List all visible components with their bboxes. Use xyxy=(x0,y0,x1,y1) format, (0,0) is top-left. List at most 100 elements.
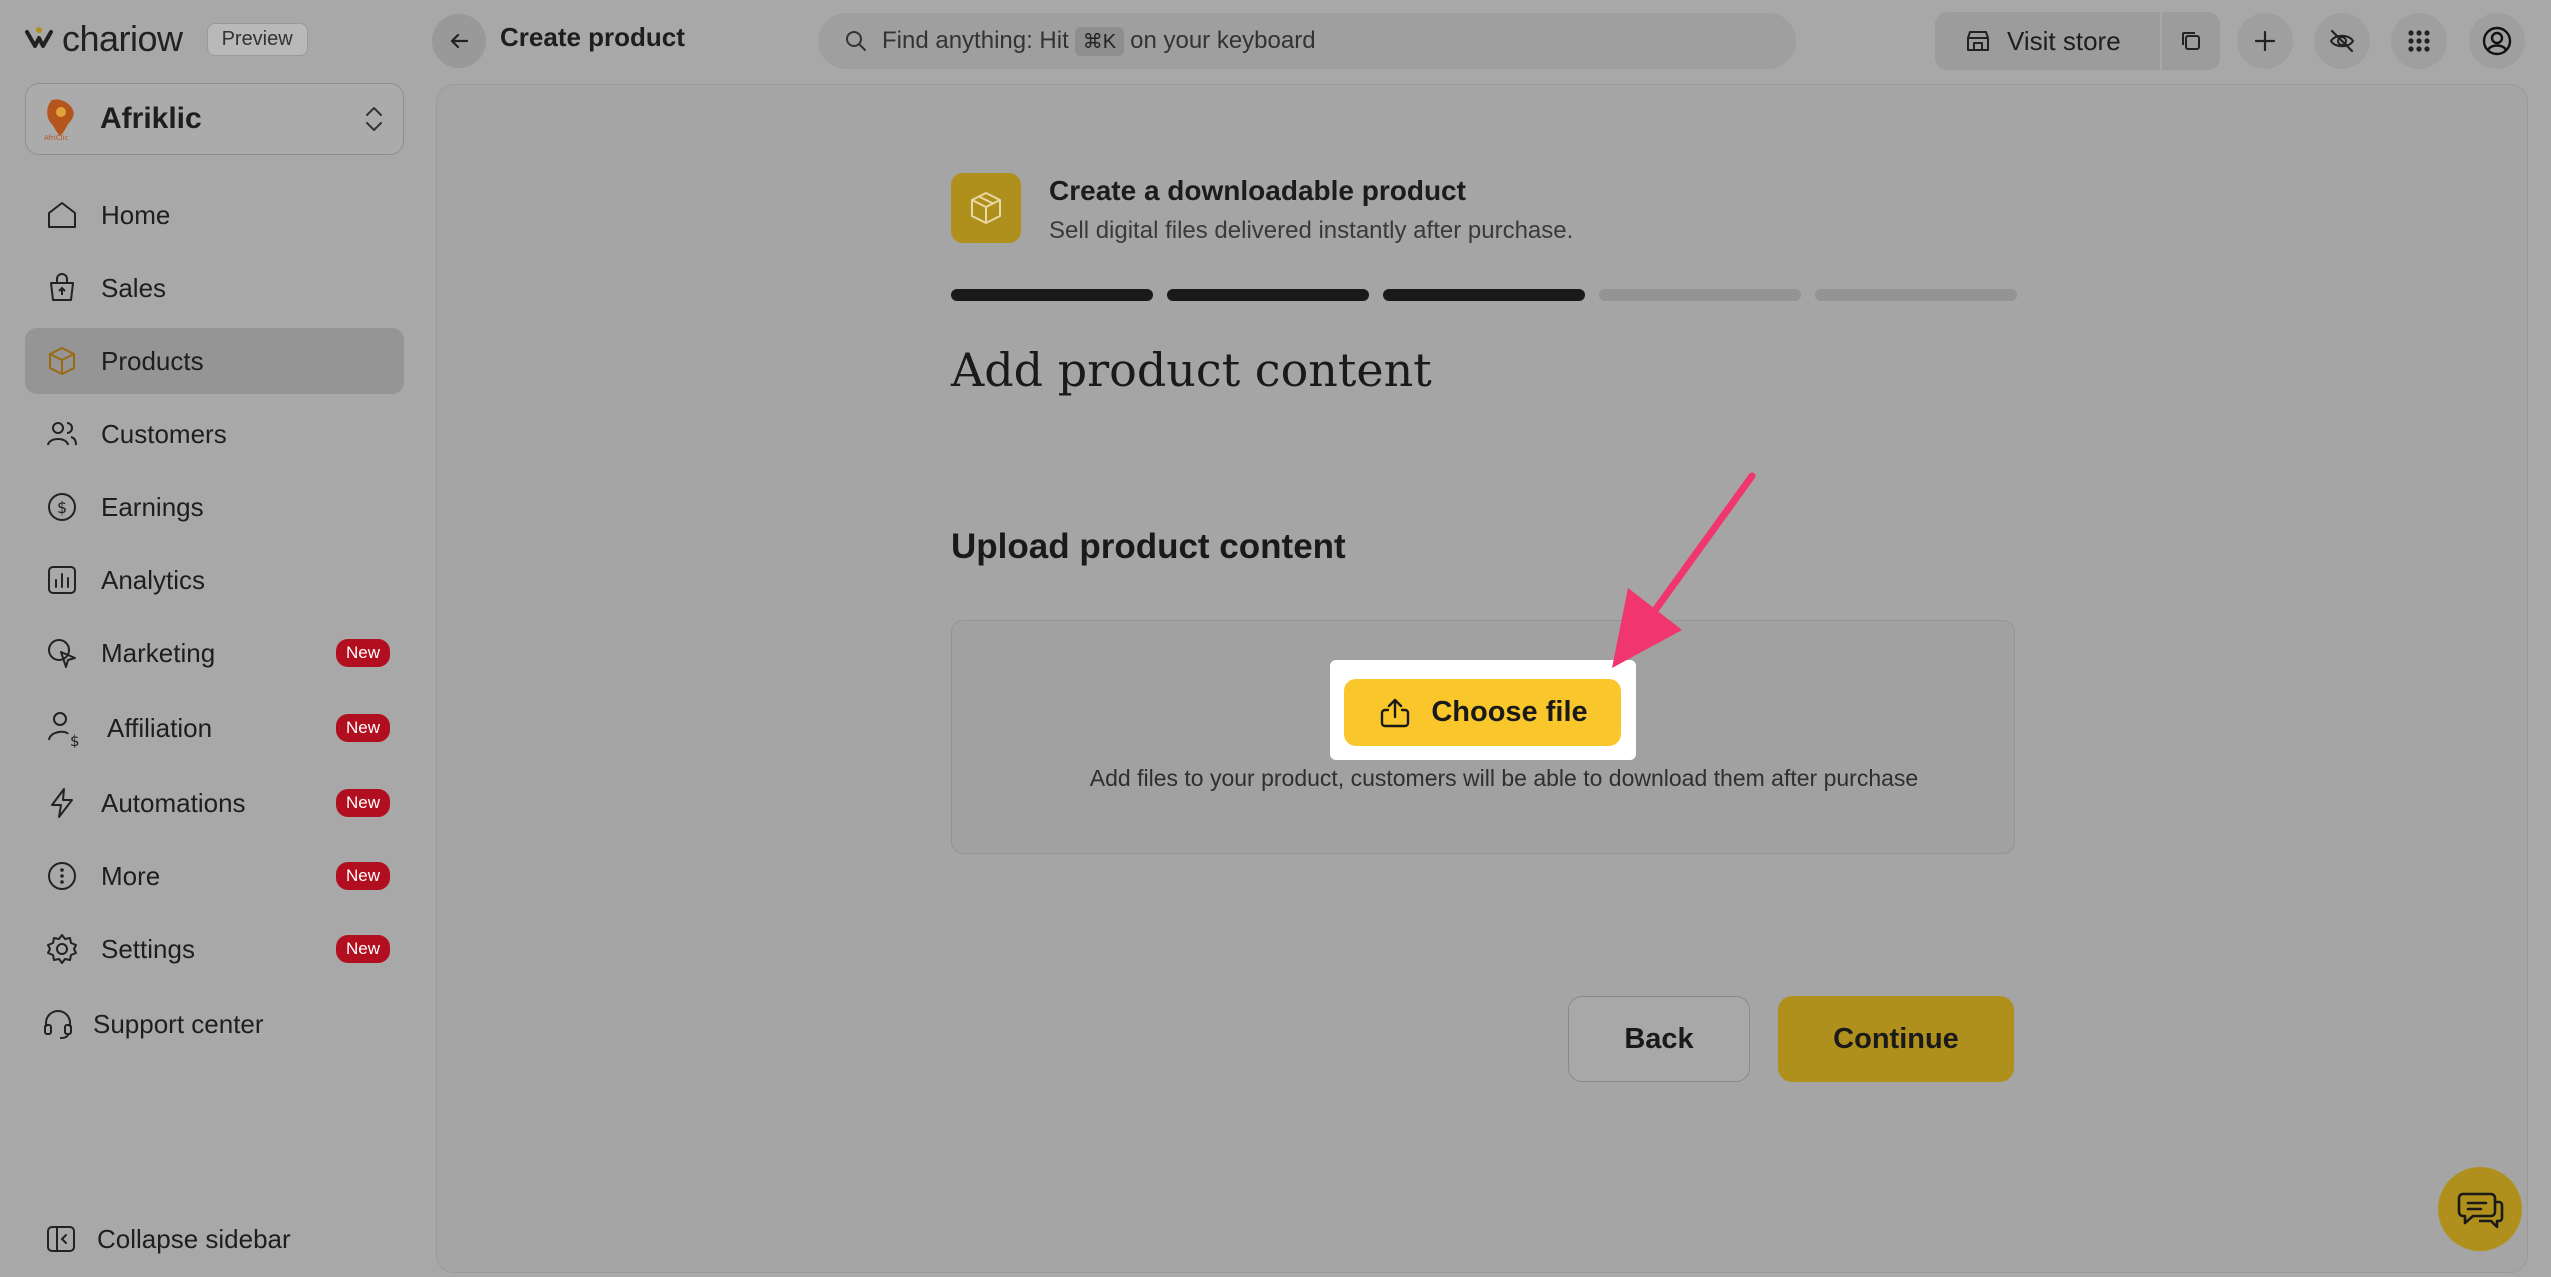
sidebar-item-support-center[interactable]: Support center xyxy=(25,991,404,1057)
choose-file-label: Choose file xyxy=(1431,696,1588,728)
eye-off-icon xyxy=(2329,29,2355,53)
search-icon xyxy=(846,31,866,51)
sidebar-item-label: Sales xyxy=(101,272,167,303)
gear-icon xyxy=(47,934,77,964)
global-search-input[interactable]: Find anything: Hit ⌘K on your keyboard xyxy=(818,13,1796,69)
progress-step xyxy=(1383,289,1585,301)
search-placeholder-prefix: Find anything: Hit xyxy=(882,27,1069,54)
chat-icon xyxy=(2457,1192,2504,1229)
sidebar-item-affiliation[interactable]: $ Affiliation New xyxy=(25,695,404,761)
new-badge: New xyxy=(335,789,390,817)
sidebar-item-label: Support center xyxy=(93,1008,264,1039)
sidebar-item-sales[interactable]: Sales xyxy=(25,255,404,321)
marketing-icon xyxy=(48,639,76,668)
sidebar-item-label: Marketing xyxy=(101,637,216,668)
new-badge: New xyxy=(335,714,390,742)
chevron-up-down-icon xyxy=(366,107,382,131)
sidebar-item-marketing[interactable]: Marketing New xyxy=(25,620,404,686)
svg-text:$: $ xyxy=(57,498,67,517)
upload-section-heading: Upload product content xyxy=(951,527,1346,566)
account-menu-button[interactable] xyxy=(2469,13,2525,69)
users-icon xyxy=(47,422,77,446)
progress-step xyxy=(951,289,1153,301)
more-icon xyxy=(48,862,76,890)
sidebar-item-label: Analytics xyxy=(101,564,206,595)
store-switcher[interactable]: AfriClic Afriklic xyxy=(25,83,404,155)
chat-support-button[interactable] xyxy=(2438,1167,2522,1251)
downloadable-product-icon xyxy=(951,173,1021,243)
sidebar-item-label: Products xyxy=(101,345,204,376)
svg-text:$: $ xyxy=(70,732,80,748)
sidebar-item-automations[interactable]: Automations New xyxy=(25,770,404,836)
bolt-icon xyxy=(51,788,73,818)
sidebar: AfriClic Afriklic Home Sales Products Cu… xyxy=(0,78,420,1277)
dropzone-hint: Add files to your product, customers wil… xyxy=(1089,765,1919,791)
sidebar-item-more[interactable]: More New xyxy=(25,843,404,909)
sidebar-item-label: Home xyxy=(101,199,171,230)
sidebar-item-label: Earnings xyxy=(101,491,204,522)
sidebar-item-earnings[interactable]: $ Earnings xyxy=(25,474,404,540)
page-heading: Add product content xyxy=(951,343,1432,397)
preview-badge: Preview xyxy=(206,22,308,56)
analytics-icon xyxy=(48,566,76,594)
sidebar-item-products[interactable]: Products xyxy=(25,328,404,394)
back-button[interactable]: Back xyxy=(1568,996,1750,1082)
product-type-subtitle: Sell digital files delivered instantly a… xyxy=(1049,217,1574,244)
brand-logo[interactable]: chariow Preview xyxy=(24,18,308,60)
annotation-arrow-icon xyxy=(1612,472,1756,668)
upload-icon xyxy=(1381,698,1410,727)
search-shortcut: ⌘K xyxy=(1074,26,1125,56)
store-name: Afriklic xyxy=(100,102,202,135)
visibility-toggle-button[interactable] xyxy=(2314,13,2370,69)
search-placeholder-suffix: on your keyboard xyxy=(1130,27,1316,54)
arrow-left-icon xyxy=(450,33,469,49)
sidebar-item-settings[interactable]: Settings New xyxy=(25,916,404,982)
sidebar-item-label: More xyxy=(101,860,161,891)
sidebar-item-label: Settings xyxy=(101,933,195,964)
product-type-header: Create a downloadable product Sell digit… xyxy=(951,173,1573,245)
new-badge: New xyxy=(335,639,390,667)
plus-icon xyxy=(2254,30,2276,52)
sales-icon xyxy=(50,273,74,301)
sidebar-item-label: Affiliation xyxy=(107,712,213,743)
apps-menu-button[interactable] xyxy=(2391,13,2447,69)
progress-steps xyxy=(951,289,2017,301)
copy-icon xyxy=(2182,32,2200,50)
page-title: Create product xyxy=(500,22,685,52)
back-arrow-button[interactable] xyxy=(432,14,486,68)
grid-icon xyxy=(2408,30,2430,52)
collapse-sidebar-label: Collapse sidebar xyxy=(97,1223,291,1254)
box-icon xyxy=(971,192,1001,224)
progress-step xyxy=(1815,289,2017,301)
store-icon xyxy=(1967,31,1989,51)
svg-text:AfriClic: AfriClic xyxy=(44,134,69,142)
headset-icon xyxy=(44,1010,72,1039)
top-bar: chariow Preview Create product Find anyt… xyxy=(0,0,2551,78)
progress-step xyxy=(1599,289,1801,301)
brand-name: chariow xyxy=(62,18,183,59)
visit-store-button[interactable]: Visit store xyxy=(1935,12,2160,70)
home-icon xyxy=(48,202,76,228)
sidebar-item-label: Automations xyxy=(101,787,246,818)
visit-store-label: Visit store xyxy=(2007,25,2121,56)
sidebar-item-customers[interactable]: Customers xyxy=(25,401,404,467)
new-badge: New xyxy=(335,935,390,963)
collapse-sidebar-button[interactable]: Collapse sidebar xyxy=(45,1223,291,1255)
sidebar-collapse-icon xyxy=(47,1226,75,1252)
earnings-icon: $ xyxy=(48,493,76,521)
sidebar-item-home[interactable]: Home xyxy=(25,182,404,248)
product-type-title: Create a downloadable product xyxy=(1049,175,1466,206)
new-badge: New xyxy=(335,862,390,890)
copy-store-link-button[interactable] xyxy=(2162,12,2220,70)
continue-button[interactable]: Continue xyxy=(1778,996,2014,1082)
store-avatar-icon: AfriClic xyxy=(44,99,74,142)
choose-file-button[interactable]: Choose file xyxy=(1344,679,1621,746)
box-icon xyxy=(49,347,75,375)
progress-step xyxy=(1167,289,1369,301)
affiliation-icon: $ xyxy=(48,712,80,748)
chariow-logo-icon xyxy=(25,27,53,48)
account-icon xyxy=(2482,26,2512,56)
sidebar-item-analytics[interactable]: Analytics xyxy=(25,547,404,613)
sidebar-item-label: Customers xyxy=(101,418,227,449)
add-button[interactable] xyxy=(2237,13,2293,69)
